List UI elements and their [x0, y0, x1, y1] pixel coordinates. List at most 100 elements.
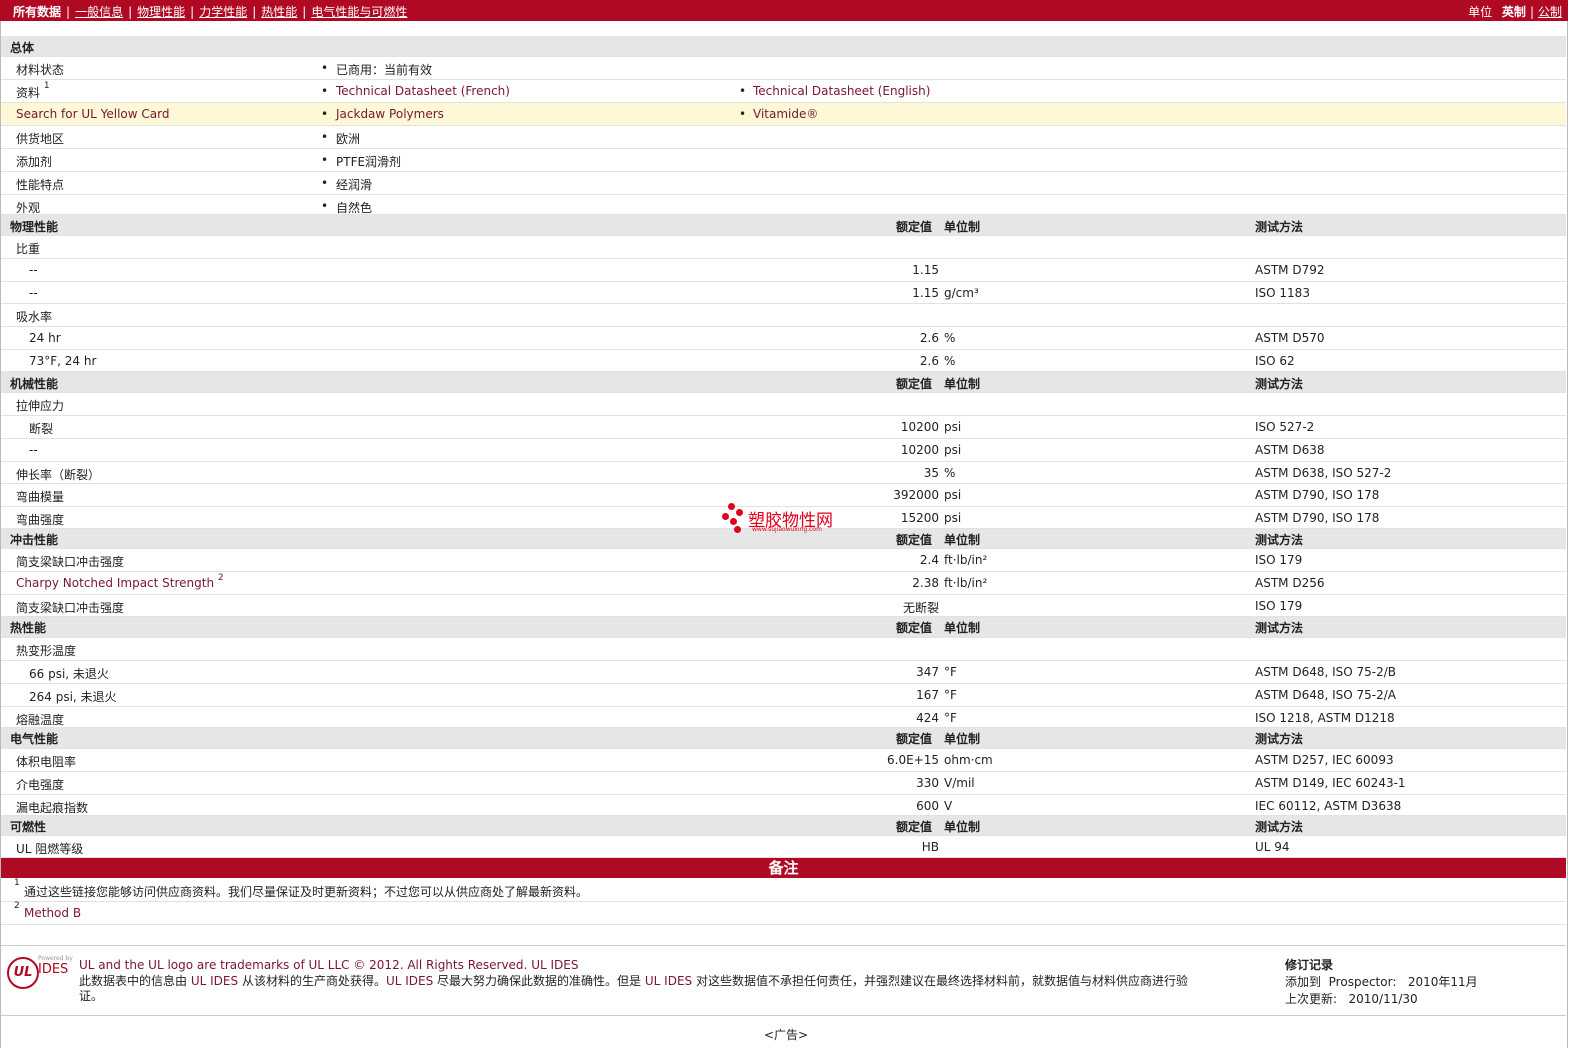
bullet-icon: •: [321, 130, 329, 144]
ul-yellow-card-search[interactable]: Search for UL Yellow Card: [16, 107, 169, 121]
brand-link[interactable]: Vitamide®: [753, 107, 818, 121]
section-electrical: 电气性能 额定值 单位制 测试方法: [1, 728, 1566, 749]
header-unit: 单位制: [944, 533, 981, 547]
unit-value: psi: [944, 443, 962, 457]
row-label: 吸水率: [16, 310, 53, 324]
row-sublabel: 断裂: [29, 422, 54, 436]
bullet-icon: •: [739, 84, 747, 98]
header-method: 测试方法: [1255, 732, 1304, 746]
footer-divider: [1, 945, 1566, 946]
rated-value: 35: [923, 466, 939, 480]
note-text: 通过这些链接您能够访问供应商资料。我们尽量保证及时更新资料；不过您可以从供应商处…: [24, 885, 589, 899]
test-method: IEC 60112, ASTM D3638: [1255, 799, 1402, 813]
row-sublabel: --: [29, 286, 38, 300]
header-unit: 单位制: [944, 732, 981, 746]
tab-electrical[interactable]: 电气性能与可燃性: [311, 5, 407, 19]
header-rated: 额定值: [896, 820, 933, 834]
row-label: 简支梁缺口冲击强度: [16, 555, 125, 569]
test-method: ISO 179: [1255, 553, 1303, 567]
section-thermal: 热性能 额定值 单位制 测试方法: [1, 617, 1566, 638]
unit-value: ft·lb/in²: [944, 576, 988, 590]
tab-mechanical[interactable]: 力学性能: [199, 5, 247, 19]
supplier-link[interactable]: Jackdaw Polymers: [336, 107, 444, 121]
section-general: 总体: [1, 36, 1566, 57]
table-row: 断裂 10200 psi ISO 527-2: [1, 416, 1566, 439]
table-row: -- 1.15 g/cm³ ISO 1183: [1, 282, 1566, 304]
rated-value: HB: [921, 840, 939, 854]
unit-value: psi: [944, 420, 962, 434]
row-sublabel: --: [29, 443, 38, 457]
note-row: 2 Method B: [1, 901, 1566, 925]
rated-value: 167: [916, 688, 939, 702]
datasheet-english-link[interactable]: Technical Datasheet (English): [753, 84, 930, 98]
bullet-icon: •: [321, 153, 329, 167]
test-method: ISO 62: [1255, 354, 1295, 368]
section-title: 电气性能: [10, 732, 59, 746]
row-sublabel: 66 psi, 未退火: [29, 667, 109, 681]
ul-logo-icon: UL: [7, 957, 39, 989]
row-label: 简支梁缺口冲击强度: [16, 601, 125, 615]
rated-value: 1.15: [912, 286, 939, 300]
revision-added: 添加到 Prospector: 2010年11月: [1285, 975, 1478, 989]
rated-value: 2.6: [919, 354, 939, 368]
unit-value: %: [944, 354, 956, 368]
header-method: 测试方法: [1255, 820, 1304, 834]
test-method: UL 94: [1255, 840, 1290, 854]
header-unit: 单位制: [944, 377, 981, 391]
header-method: 测试方法: [1255, 533, 1304, 547]
test-method: ASTM D790, ISO 178: [1255, 511, 1380, 525]
table-row: 73°F, 24 hr 2.6 % ISO 62: [1, 350, 1566, 372]
table-row: -- 1.15 ASTM D792: [1, 259, 1566, 282]
table-row: 伸长率（断裂） 35 % ASTM D638, ISO 527-2: [1, 462, 1566, 484]
header-rated: 额定值: [896, 621, 933, 635]
table-row: 性能特点 • 经润滑: [1, 172, 1566, 195]
tab-thermal[interactable]: 热性能: [261, 5, 297, 19]
watermark-dots-icon: [722, 503, 744, 533]
tab-general[interactable]: 一般信息: [75, 5, 123, 19]
disclaimer-line2: 证。: [79, 989, 104, 1003]
table-row: 介电强度 330 V/mil ASTM D149, IEC 60243-1: [1, 772, 1566, 795]
row-label: 伸长率（断裂）: [16, 468, 101, 482]
datasheet-french-link[interactable]: Technical Datasheet (French): [336, 84, 510, 98]
table-row: 264 psi, 未退火 167 °F ASTM D648, ISO 75-2/…: [1, 684, 1566, 707]
table-row: 简支梁缺口冲击强度 2.4 ft·lb/in² ISO 179: [1, 549, 1566, 572]
row-value: 经润滑: [336, 178, 373, 192]
unit-value: V/mil: [944, 776, 975, 790]
unit-switcher: 单位 英制 | 公制: [1468, 5, 1562, 19]
unit-value: %: [944, 466, 956, 480]
row-sublabel: --: [29, 263, 38, 277]
row-value: 欧洲: [336, 132, 361, 146]
table-row: 熔融温度 424 °F ISO 1218, ASTM D1218: [1, 707, 1566, 728]
row-label: 性能特点: [16, 178, 65, 192]
unit-imperial[interactable]: 英制: [1502, 5, 1526, 19]
header-method: 测试方法: [1255, 621, 1304, 635]
section-title: 热性能: [10, 621, 47, 635]
row-label: 熔融温度: [16, 713, 65, 727]
test-method: ASTM D648, ISO 75-2/B: [1255, 665, 1397, 679]
table-row: 简支梁缺口冲击强度 无断裂 ISO 179: [1, 595, 1566, 617]
test-method: ASTM D257, IEC 60093: [1255, 753, 1394, 767]
header-unit: 单位制: [944, 220, 981, 234]
table-row: 弯曲模量 392000 psi ASTM D790, ISO 178: [1, 484, 1566, 507]
row-label: 比重: [16, 242, 41, 256]
row-label: 热变形温度: [16, 644, 77, 658]
rated-value: 2.38: [912, 576, 939, 590]
rated-value: 392000: [893, 488, 939, 502]
tab-physical[interactable]: 物理性能: [137, 5, 185, 19]
ad-divider: [1, 1015, 1566, 1016]
tab-all-data[interactable]: 所有数据: [13, 5, 61, 19]
unit-value: psi: [944, 488, 962, 502]
unit-value: psi: [944, 511, 962, 525]
test-method: ASTM D648, ISO 75-2/A: [1255, 688, 1396, 702]
header-rated: 额定值: [896, 533, 933, 547]
test-method: ASTM D638, ISO 527-2: [1255, 466, 1392, 480]
test-method: ASTM D790, ISO 178: [1255, 488, 1380, 502]
table-row-highlight: Search for UL Yellow Card • Jackdaw Poly…: [1, 103, 1566, 126]
header-rated: 额定值: [896, 732, 933, 746]
section-mechanical: 机械性能 额定值 单位制 测试方法: [1, 372, 1566, 393]
note-row: 1 通过这些链接您能够访问供应商资料。我们尽量保证及时更新资料；不过您可以从供应…: [1, 878, 1566, 902]
section-title: 可燃性: [10, 820, 47, 834]
ul-ides-link[interactable]: UL IDES: [531, 958, 578, 972]
unit-metric[interactable]: 公制: [1538, 5, 1562, 19]
table-row: -- 10200 psi ASTM D638: [1, 439, 1566, 462]
